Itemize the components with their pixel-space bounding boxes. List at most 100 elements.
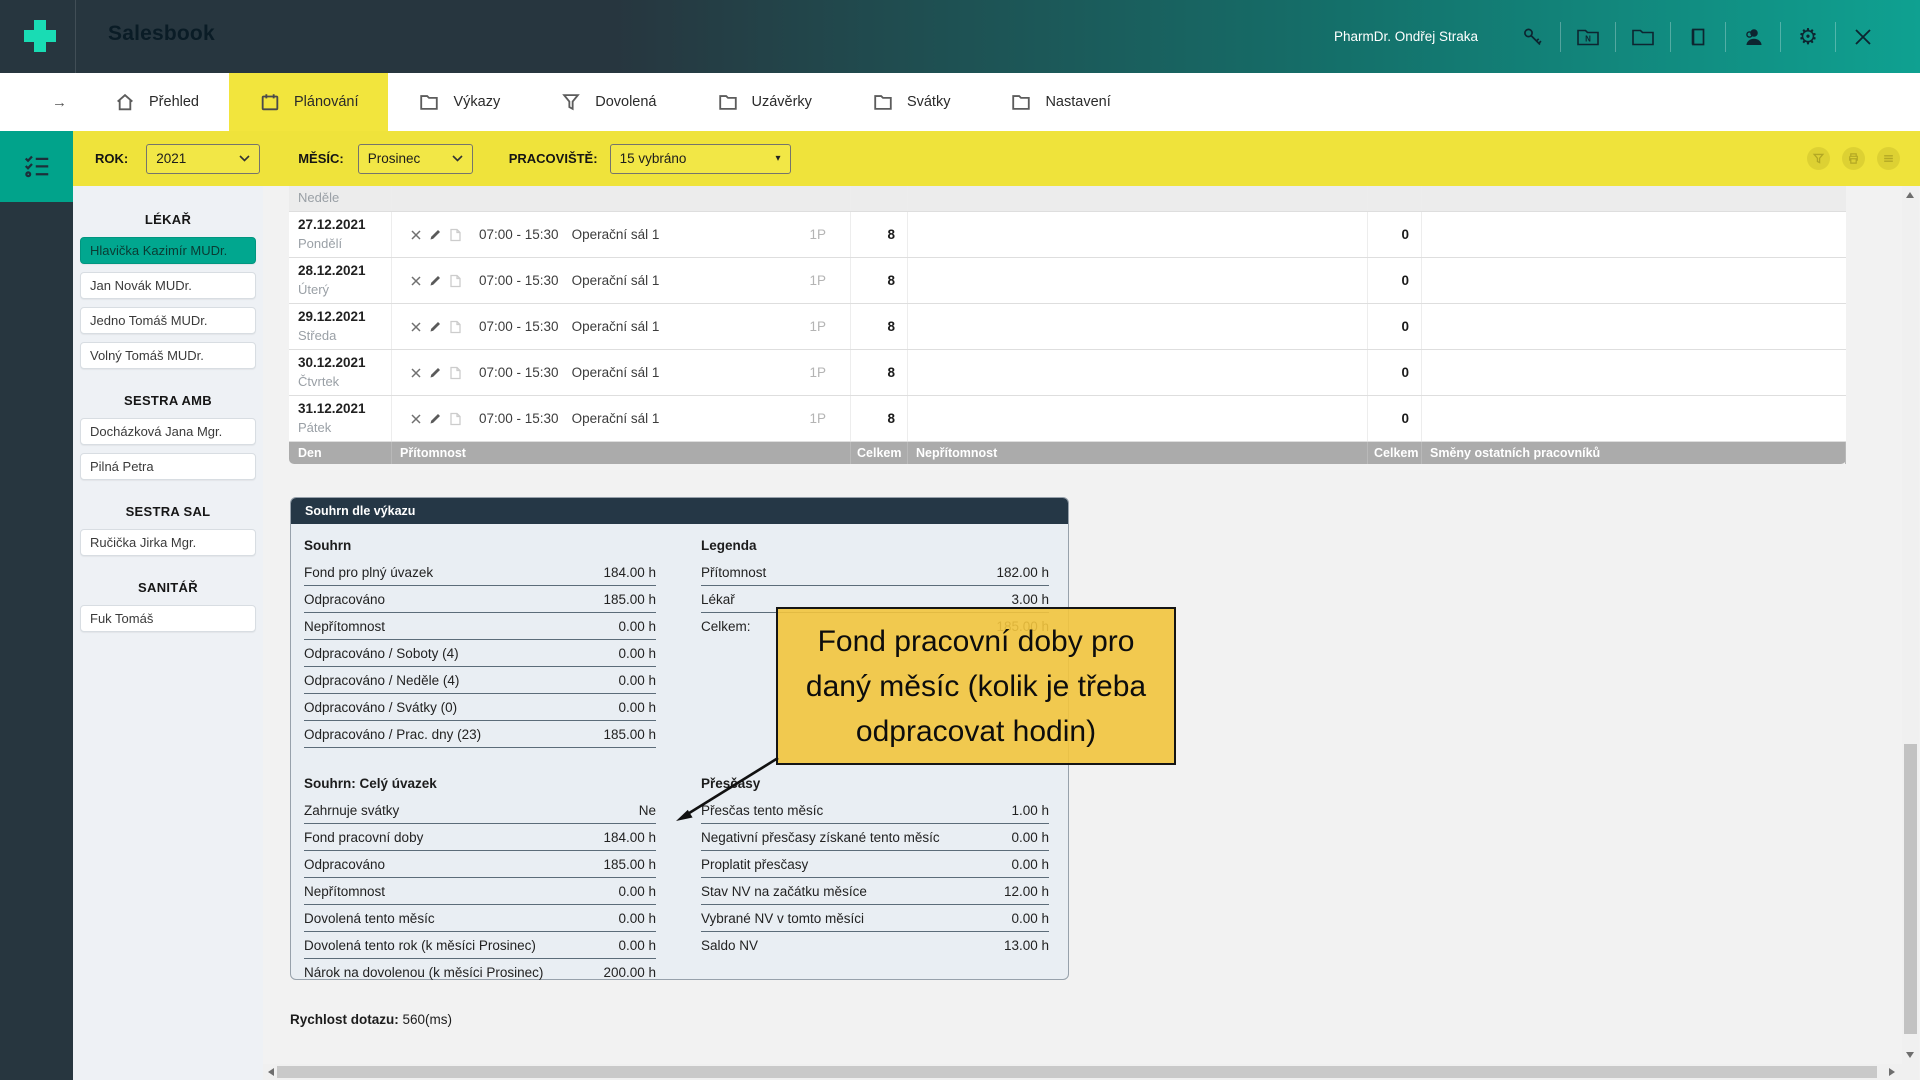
scroll-down-arrow[interactable]: [1906, 1052, 1914, 1058]
query-speed-status: Rychlost dotazu: 560(ms): [290, 1012, 452, 1027]
tab-prehled[interactable]: Přehled: [84, 73, 229, 131]
close-icon[interactable]: [1850, 24, 1876, 50]
nav-tabs: Přehled Plánování Výkazy Dovolená: [84, 73, 1141, 131]
row-date: 29.12.2021: [298, 309, 391, 324]
col-smeny: Směny ostatních pracovníků: [1422, 442, 1846, 464]
horizontal-scrollbar-thumb[interactable]: [277, 1066, 1877, 1078]
summary-value: 182.00 h: [996, 565, 1049, 580]
table-row[interactable]: 31.12.2021 Pátek 07:00 - 15:30 Operační …: [289, 396, 1846, 442]
document-icon[interactable]: [449, 228, 462, 242]
absence-cell[interactable]: [908, 258, 1368, 303]
person-item[interactable]: Hlavička Kazimír MUDr.: [80, 237, 256, 264]
mesic-select[interactable]: Prosinec: [358, 144, 473, 174]
person-item[interactable]: Pilná Petra: [80, 453, 256, 480]
printer-icon[interactable]: [1842, 147, 1865, 170]
other-shifts-cell: [1422, 258, 1846, 303]
nav-collapse-arrow-icon[interactable]: →: [52, 73, 67, 131]
rok-value: 2021: [156, 151, 186, 166]
row-day: Pondělí: [298, 236, 391, 251]
scroll-left-arrow[interactable]: [268, 1068, 274, 1076]
pracoviste-select[interactable]: 15 vybráno ▾: [610, 144, 791, 174]
person-item[interactable]: Jan Novák MUDr.: [80, 272, 256, 299]
header-separator: [1780, 22, 1781, 52]
document-icon[interactable]: [449, 274, 462, 288]
table-row[interactable]: 27.12.2021 Pondělí 07:00 - 15:30 Operačn…: [289, 212, 1846, 258]
edit-shift-icon[interactable]: [429, 228, 442, 241]
horizontal-scrollbar[interactable]: [263, 1064, 1919, 1080]
summary-value: 0.00 h: [618, 938, 656, 953]
delete-shift-icon[interactable]: [410, 229, 422, 241]
folder-icon[interactable]: [1630, 24, 1656, 50]
table-row[interactable]: 29.12.2021 Středa 07:00 - 15:30 Operační…: [289, 304, 1846, 350]
filter-icon[interactable]: [1807, 147, 1830, 170]
document-icon[interactable]: [449, 320, 462, 334]
summary-label: Negativní přesčasy získané tento měsíc: [701, 830, 940, 845]
edit-shift-icon[interactable]: [429, 274, 442, 287]
summary-value: 0.00 h: [618, 911, 656, 926]
rok-select[interactable]: 2021: [146, 144, 260, 174]
edit-shift-icon[interactable]: [429, 320, 442, 333]
shift-time: 07:00 - 15:30: [479, 319, 559, 334]
person-item[interactable]: Docházková Jana Mgr.: [80, 418, 256, 445]
tab-dovolena[interactable]: Dovolená: [530, 73, 686, 131]
summary-label: Zahrnuje svátky: [304, 803, 399, 818]
gear-icon[interactable]: ⚙: [1795, 24, 1821, 50]
document-icon[interactable]: [449, 412, 462, 426]
person-icon[interactable]: [1740, 24, 1766, 50]
table-row[interactable]: 30.12.2021 Čtvrtek 07:00 - 15:30 Operačn…: [289, 350, 1846, 396]
key-icon[interactable]: [1520, 24, 1546, 50]
vertical-scrollbar[interactable]: [1902, 186, 1919, 1064]
table-row[interactable]: 28.12.2021 Úterý 07:00 - 15:30 Operační …: [289, 258, 1846, 304]
summary-value: 185.00 h: [603, 592, 656, 607]
tab-nastaveni[interactable]: Nastavení: [980, 73, 1140, 131]
document-icon[interactable]: [449, 366, 462, 380]
summary-label: Odpracováno / Soboty (4): [304, 646, 459, 661]
shift-place: Operační sál 1: [572, 273, 660, 288]
col-celkem: Celkem: [851, 442, 908, 464]
scroll-right-arrow[interactable]: [1889, 1068, 1895, 1076]
shift-time: 07:00 - 15:30: [479, 411, 559, 426]
tab-uzaverky[interactable]: Uzávěrky: [687, 73, 842, 131]
person-item[interactable]: Volný Tomáš MUDr.: [80, 342, 256, 369]
row-date: 31.12.2021: [298, 401, 391, 416]
window-icon[interactable]: [1685, 24, 1711, 50]
sidebar-toggle[interactable]: [0, 131, 73, 202]
tab-vykazy[interactable]: Výkazy: [388, 73, 530, 131]
tab-planovani[interactable]: Plánování: [229, 73, 389, 131]
prescasy-title: Přesčasy: [701, 770, 1049, 797]
left-rail: [0, 202, 73, 1080]
summary-value: 0.00 h: [1011, 857, 1049, 872]
tab-svatky[interactable]: Svátky: [842, 73, 981, 131]
absent-total: 0: [1368, 396, 1422, 441]
edit-shift-icon[interactable]: [429, 412, 442, 425]
delete-shift-icon[interactable]: [410, 275, 422, 287]
summary-left-column: Souhrn Fond pro plný úvazek184.00 h Odpr…: [304, 532, 656, 986]
folder-icon: [872, 91, 894, 113]
shift-tag: 1P: [809, 227, 826, 242]
summary-value: Ne: [639, 803, 656, 818]
menu-icon[interactable]: [1877, 147, 1900, 170]
summary-label: Saldo NV: [701, 938, 758, 953]
absence-cell[interactable]: [908, 396, 1368, 441]
person-item[interactable]: Fuk Tomáš: [80, 605, 256, 632]
tab-label: Uzávěrky: [752, 94, 812, 110]
delete-shift-icon[interactable]: [410, 367, 422, 379]
person-item[interactable]: Jedno Tomáš MUDr.: [80, 307, 256, 334]
absence-cell[interactable]: [908, 304, 1368, 349]
delete-shift-icon[interactable]: [410, 321, 422, 333]
tab-label: Plánování: [294, 94, 359, 110]
delete-shift-icon[interactable]: [410, 413, 422, 425]
scroll-up-arrow[interactable]: [1906, 192, 1914, 198]
absent-total: 0: [1368, 350, 1422, 395]
folder-n-icon[interactable]: N: [1575, 24, 1601, 50]
col-den: Den: [289, 442, 392, 464]
pracoviste-value: 15 vybráno: [620, 151, 687, 166]
user-name: PharmDr. Ondřej Straka: [1334, 29, 1478, 44]
app-logo-plus-icon[interactable]: [20, 14, 60, 58]
header-separator: [1835, 22, 1836, 52]
edit-shift-icon[interactable]: [429, 366, 442, 379]
absence-cell[interactable]: [908, 350, 1368, 395]
absence-cell[interactable]: [908, 212, 1368, 257]
person-item[interactable]: Ručička Jirka Mgr.: [80, 529, 256, 556]
vertical-scrollbar-thumb[interactable]: [1904, 744, 1917, 1034]
